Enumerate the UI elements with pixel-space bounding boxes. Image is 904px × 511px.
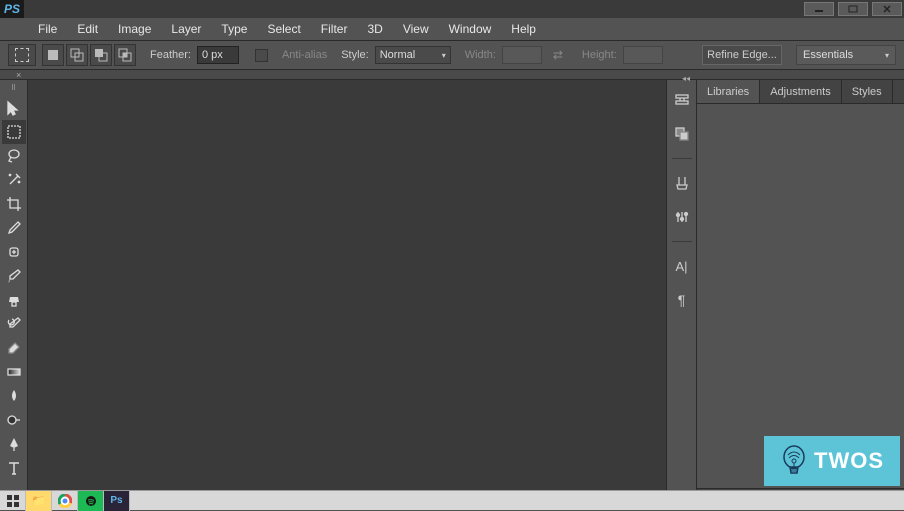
collapsed-panel-dock: ◂◂ A| ¶	[666, 80, 696, 510]
history-brush-tool[interactable]	[2, 312, 26, 336]
watermark: TWOS	[764, 436, 900, 486]
watermark-text: TWOS	[814, 448, 884, 474]
tab-close-icon[interactable]: ×	[16, 70, 21, 80]
window-close-button[interactable]	[872, 2, 902, 16]
blur-tool[interactable]	[2, 384, 26, 408]
selection-intersect-button[interactable]	[114, 44, 136, 66]
antialias-checkbox	[255, 49, 268, 62]
swap-dimensions-icon: ⇄	[548, 48, 568, 62]
menu-select[interactable]: Select	[257, 18, 310, 40]
height-label: Height:	[582, 49, 617, 61]
taskbar-photoshop[interactable]: Ps	[104, 491, 130, 511]
menu-file[interactable]: File	[28, 18, 67, 40]
paragraph-panel-icon[interactable]: ¶	[672, 290, 692, 310]
adjustments-panel-icon[interactable]	[672, 207, 692, 227]
character-panel-icon[interactable]: A|	[672, 256, 692, 276]
panel-tab-strip: Libraries Adjustments Styles	[697, 80, 904, 104]
height-input	[623, 46, 663, 64]
menu-type[interactable]: Type	[211, 18, 257, 40]
history-panel-icon[interactable]	[672, 90, 692, 110]
dodge-tool[interactable]	[2, 408, 26, 432]
menu-filter[interactable]: Filter	[311, 18, 358, 40]
selection-mode-group	[42, 44, 136, 66]
feather-label: Feather:	[150, 49, 191, 61]
magic-wand-tool[interactable]	[2, 168, 26, 192]
selection-subtract-button[interactable]	[90, 44, 112, 66]
healing-brush-tool[interactable]	[2, 240, 26, 264]
taskbar-file-explorer[interactable]: 📁	[26, 491, 52, 511]
lasso-tool[interactable]	[2, 144, 26, 168]
marquee-tool[interactable]	[2, 120, 26, 144]
taskbar-spotify[interactable]	[78, 491, 104, 511]
dock-collapse-icon[interactable]: ◂◂	[682, 74, 690, 83]
title-bar: PS	[0, 0, 904, 18]
tab-libraries[interactable]: Libraries	[697, 80, 760, 103]
feather-input[interactable]	[197, 46, 239, 64]
menu-help[interactable]: Help	[501, 18, 546, 40]
selection-new-button[interactable]	[42, 44, 64, 66]
move-tool[interactable]	[2, 96, 26, 120]
windows-taskbar: 📁 Ps	[0, 490, 904, 510]
menu-view[interactable]: View	[393, 18, 439, 40]
tools-panel	[0, 80, 28, 510]
chevron-down-icon: ▾	[442, 51, 446, 60]
swatches-panel-icon[interactable]	[672, 173, 692, 193]
window-maximize-button[interactable]	[838, 2, 868, 16]
width-label: Width:	[465, 49, 496, 61]
eraser-tool[interactable]	[2, 336, 26, 360]
marquee-icon	[15, 48, 29, 62]
canvas-area[interactable]	[28, 80, 666, 510]
menu-image[interactable]: Image	[108, 18, 161, 40]
selection-add-button[interactable]	[66, 44, 88, 66]
document-tab-bar: ×	[0, 70, 904, 80]
app-logo: PS	[0, 0, 24, 18]
style-select[interactable]: Normal▾	[375, 46, 451, 64]
start-button[interactable]	[0, 491, 26, 511]
tools-drag-handle[interactable]	[4, 84, 24, 92]
type-tool[interactable]	[2, 456, 26, 480]
window-minimize-button[interactable]	[804, 2, 834, 16]
gradient-tool[interactable]	[2, 360, 26, 384]
chevron-down-icon: ▾	[885, 51, 889, 60]
width-input	[502, 46, 542, 64]
menu-window[interactable]: Window	[439, 18, 502, 40]
clone-stamp-tool[interactable]	[2, 288, 26, 312]
menu-bar: File Edit Image Layer Type Select Filter…	[0, 18, 904, 40]
lightbulb-icon	[780, 443, 808, 479]
taskbar-chrome[interactable]	[52, 491, 78, 511]
antialias-label: Anti-alias	[282, 49, 327, 61]
tool-preset-picker[interactable]	[8, 44, 36, 66]
workspace-switcher[interactable]: Essentials▾	[796, 45, 896, 65]
eyedropper-tool[interactable]	[2, 216, 26, 240]
menu-3d[interactable]: 3D	[357, 18, 392, 40]
color-panel-icon[interactable]	[672, 124, 692, 144]
options-bar: Feather: Anti-alias Style: Normal▾ Width…	[0, 40, 904, 70]
refine-edge-button[interactable]: Refine Edge...	[702, 45, 782, 65]
brush-tool[interactable]	[2, 264, 26, 288]
menu-edit[interactable]: Edit	[67, 18, 108, 40]
crop-tool[interactable]	[2, 192, 26, 216]
menu-layer[interactable]: Layer	[161, 18, 211, 40]
libraries-panel-body	[697, 104, 904, 488]
tab-styles[interactable]: Styles	[842, 80, 893, 103]
style-label: Style:	[341, 49, 369, 61]
pen-tool[interactable]	[2, 432, 26, 456]
tab-adjustments[interactable]: Adjustments	[760, 80, 842, 103]
